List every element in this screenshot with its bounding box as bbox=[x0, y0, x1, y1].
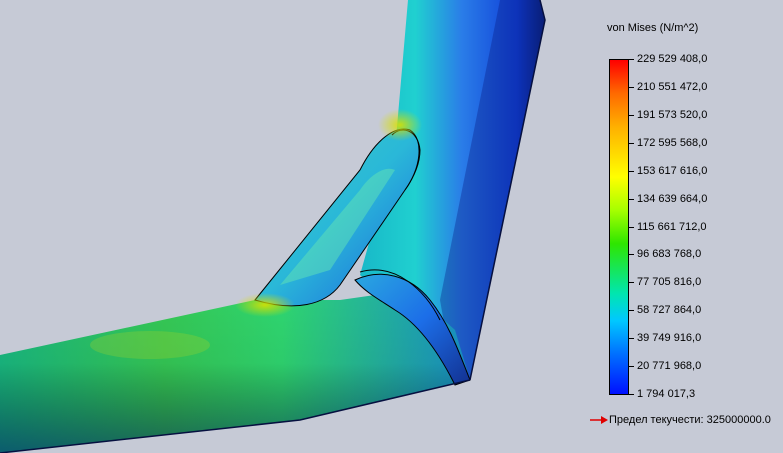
red-arrow-icon bbox=[590, 416, 608, 424]
legend-tick bbox=[629, 87, 634, 88]
legend-tick-label: 191 573 520,0 bbox=[637, 109, 708, 121]
legend-tick bbox=[629, 394, 634, 395]
hotspot-tube bbox=[90, 331, 210, 359]
legend-tick bbox=[629, 227, 634, 228]
legend-tick bbox=[629, 59, 634, 60]
legend-tick bbox=[629, 143, 634, 144]
legend-tick bbox=[629, 366, 634, 367]
legend-tick-label: 115 661 712,0 bbox=[637, 221, 707, 233]
legend-tick-label: 58 727 864,0 bbox=[637, 304, 702, 316]
yield-strength-label: Предел текучести: 325000000.0 bbox=[609, 414, 771, 426]
legend-tick bbox=[629, 282, 634, 283]
legend-tick-label: 210 551 472,0 bbox=[637, 81, 708, 93]
legend-tick-label: 96 683 768,0 bbox=[637, 248, 702, 260]
legend-tick-label: 39 749 916,0 bbox=[637, 332, 702, 344]
legend-tick bbox=[629, 254, 634, 255]
legend-title: von Mises (N/m^2) bbox=[607, 22, 699, 34]
legend-tick bbox=[629, 338, 634, 339]
legend-tick-label: 1 794 017,3 bbox=[637, 388, 696, 400]
legend-tick bbox=[629, 199, 634, 200]
legend-tick-label: 229 529 408,0 bbox=[637, 53, 708, 65]
legend-tick-label: 20 771 968,0 bbox=[637, 360, 702, 372]
legend-tick-label: 153 617 616,0 bbox=[637, 165, 708, 177]
legend-colorbar bbox=[609, 59, 629, 395]
legend-tick bbox=[629, 115, 634, 116]
legend-tick-label: 172 595 568,0 bbox=[637, 137, 708, 149]
legend-tick bbox=[629, 310, 634, 311]
legend-tick-label: 134 639 664,0 bbox=[637, 193, 708, 205]
legend-tick-label: 77 705 816,0 bbox=[637, 276, 702, 288]
legend-tick bbox=[629, 171, 634, 172]
hotspot-lower-joint bbox=[235, 293, 295, 317]
hotspot-upper-joint bbox=[378, 109, 422, 141]
